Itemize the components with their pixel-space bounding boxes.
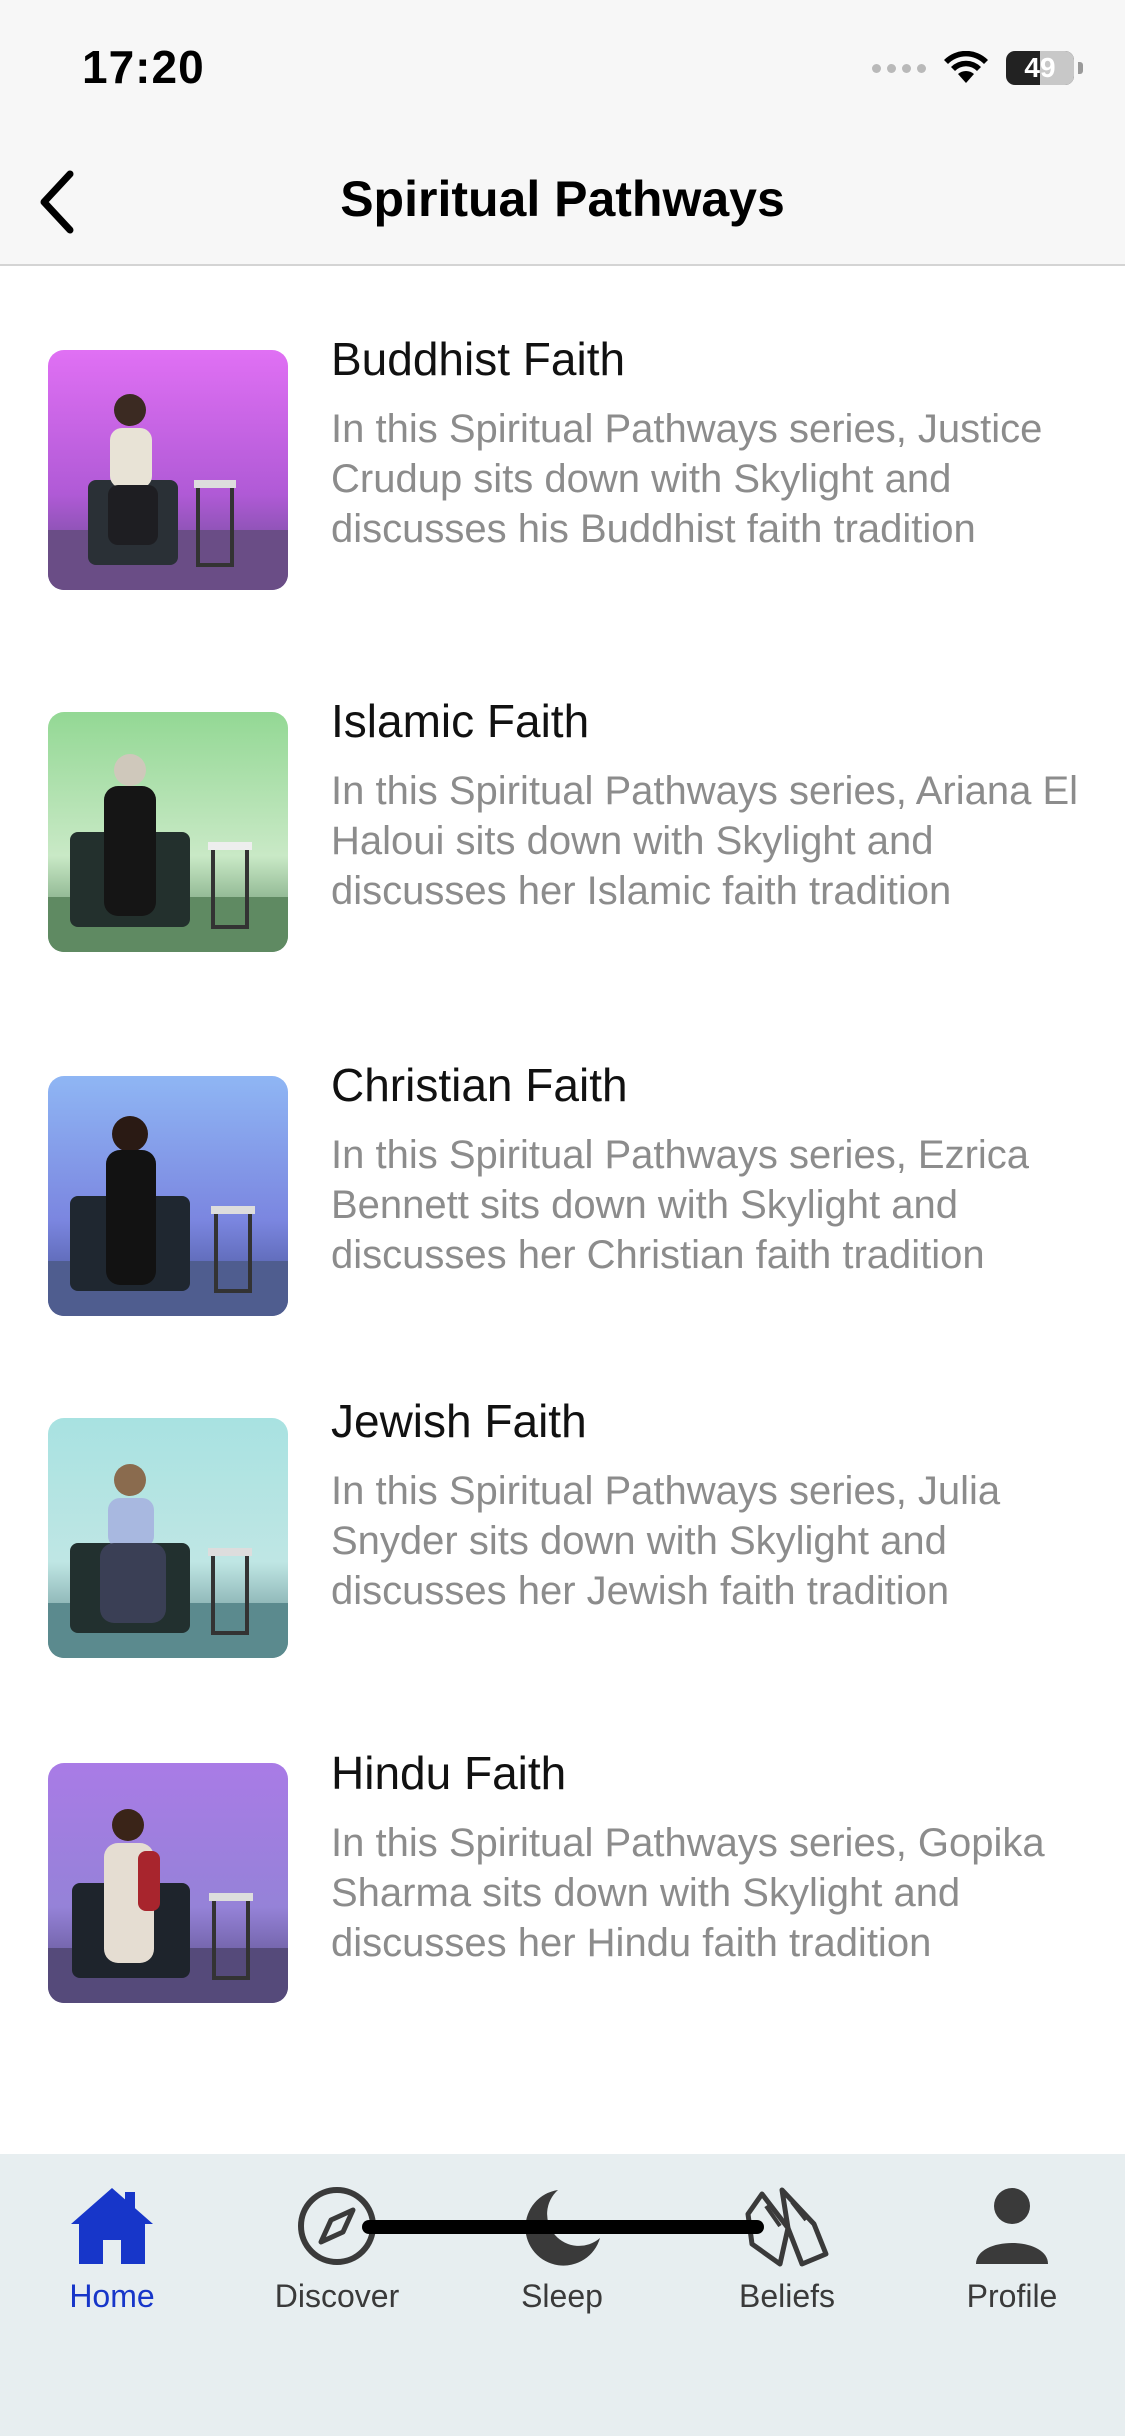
tab-bar: Home Discover Sleep Beliefs Profile <box>0 2154 1125 2436</box>
status-indicators: 49 <box>872 48 1083 88</box>
battery-icon: 49 <box>1006 51 1074 85</box>
item-description: In this Spiritual Pathways series, Arian… <box>331 769 1079 913</box>
battery-percent: 49 <box>1024 52 1056 83</box>
item-description: In this Spiritual Pathways series, Justi… <box>331 407 1043 551</box>
cellular-signal-icon <box>872 63 926 73</box>
status-time: 17:20 <box>82 41 205 93</box>
battery-cap <box>1078 62 1083 74</box>
tab-label: Home <box>69 2278 155 2314</box>
thumbnail-image <box>48 1418 288 1658</box>
item-title: Christian Faith <box>331 1059 628 1111</box>
thumbnail-image <box>48 1076 288 1316</box>
tab-label: Beliefs <box>738 2278 836 2314</box>
thumbnail-image <box>48 1763 288 2003</box>
tab-profile[interactable]: Profile <box>912 2184 1112 2334</box>
item-title: Buddhist Faith <box>331 333 626 385</box>
page-title: Spiritual Pathways <box>340 171 785 227</box>
thumbnail-image <box>48 350 288 590</box>
tab-beliefs[interactable]: Beliefs <box>687 2184 887 2334</box>
status-bar: 17:20 49 <box>0 0 1125 140</box>
person-icon <box>976 2188 1048 2264</box>
item-description: In this Spiritual Pathways series, Ezric… <box>331 1133 1030 1277</box>
item-title: Hindu Faith <box>331 1747 567 1799</box>
item-title: Jewish Faith <box>331 1395 587 1447</box>
tab-discover[interactable]: Discover <box>237 2184 437 2334</box>
tab-label: Discover <box>274 2278 400 2314</box>
home-indicator <box>362 2220 764 2234</box>
item-description: In this Spiritual Pathways series, Julia… <box>331 1469 1001 1613</box>
tab-label: Sleep <box>521 2278 603 2314</box>
wifi-icon <box>944 51 988 83</box>
item-description: In this Spiritual Pathways series, Gopik… <box>331 1821 1045 1965</box>
tab-home[interactable]: Home <box>12 2184 212 2334</box>
tab-label: Profile <box>966 2278 1058 2314</box>
item-title: Islamic Faith <box>331 695 590 747</box>
thumbnail-image <box>48 712 288 952</box>
tab-sleep[interactable]: Sleep <box>462 2184 662 2334</box>
navigation-bar: Spiritual Pathways <box>0 140 1125 266</box>
home-icon <box>71 2188 153 2264</box>
